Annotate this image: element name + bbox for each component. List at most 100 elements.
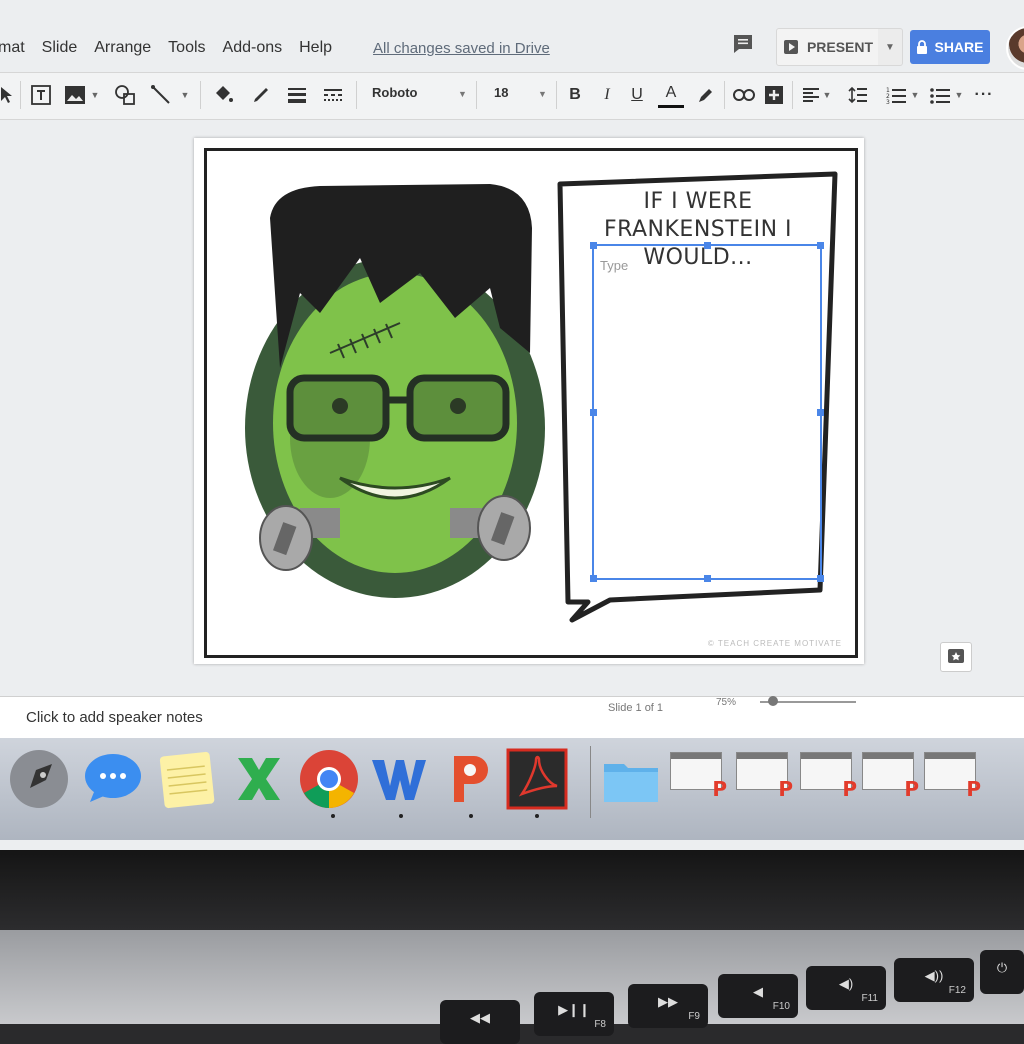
resize-handle-left[interactable] [590, 409, 597, 416]
account-avatar[interactable] [1006, 26, 1024, 70]
toolbar-divider [724, 81, 725, 109]
border-dash-icon[interactable] [320, 81, 346, 109]
acrobat-icon[interactable] [506, 748, 568, 810]
minimized-window-thumbnail[interactable]: P [736, 752, 793, 801]
underline-button[interactable]: U [626, 81, 648, 109]
add-comment-icon[interactable] [762, 81, 786, 109]
play-icon [783, 40, 798, 54]
key-f12[interactable]: ◀)) F12 [894, 958, 974, 1002]
mac-dock: P P P P P [0, 738, 1024, 840]
word-icon[interactable] [368, 748, 430, 810]
menu-addons[interactable]: Add-ons [223, 39, 283, 57]
more-options-icon[interactable]: ··· [972, 81, 996, 109]
slide-canvas[interactable]: IF I WERE FRANKENSTEIN I WOULD... Type ©… [194, 138, 864, 664]
line-dropdown-icon[interactable]: ▼ [180, 81, 190, 109]
toolbar-divider [356, 81, 357, 109]
resize-handle-bottom-right[interactable] [817, 575, 824, 582]
menu-tools[interactable]: Tools [168, 39, 205, 57]
present-button[interactable]: PRESENT [776, 28, 880, 66]
resize-handle-top[interactable] [704, 242, 711, 249]
border-color-icon[interactable] [248, 81, 274, 109]
bold-button[interactable]: B [564, 81, 586, 109]
minimized-window-thumbnail[interactable]: P [670, 752, 727, 801]
italic-button[interactable]: I [596, 81, 618, 109]
share-button[interactable]: SHARE [910, 30, 990, 64]
numbered-list-dropdown-icon[interactable]: ▼ [910, 81, 920, 109]
minimized-window-thumbnail[interactable]: P [800, 752, 857, 801]
fill-color-icon[interactable] [210, 81, 236, 109]
menu-arrange[interactable]: Arrange [94, 39, 151, 57]
key-rewind[interactable]: ◀◀ [440, 1000, 520, 1044]
menu-slide[interactable]: Slide [42, 39, 78, 57]
font-family-select[interactable]: Roboto [372, 85, 472, 100]
font-size-dropdown-icon[interactable]: ▼ [538, 89, 547, 99]
minimized-window-thumbnail[interactable]: P [862, 752, 919, 801]
numbered-list-icon[interactable]: 123 [884, 81, 908, 109]
present-label: PRESENT [806, 39, 874, 55]
powerpoint-icon[interactable] [440, 748, 502, 810]
text-color-button[interactable]: A [658, 81, 684, 108]
zoom-slider-handle[interactable] [768, 696, 778, 706]
image-dropdown-icon[interactable]: ▼ [90, 81, 100, 109]
share-label: SHARE [934, 39, 984, 55]
dock-divider [590, 746, 591, 818]
chrome-icon[interactable] [298, 748, 360, 810]
speaker-notes-area[interactable]: Click to add speaker notes [0, 696, 1024, 743]
slide-counter: Slide 1 of 1 [608, 702, 664, 714]
save-status-link[interactable]: All changes saved in Drive [373, 40, 550, 57]
speaker-notes-placeholder: Click to add speaker notes [26, 709, 203, 726]
key-f10[interactable]: ◀ F10 [718, 974, 798, 1018]
text-box-icon[interactable] [28, 81, 54, 109]
resize-handle-bottom-left[interactable] [590, 575, 597, 582]
font-size-select[interactable]: 18 [494, 85, 508, 100]
minimized-window-thumbnail[interactable]: P [924, 752, 981, 801]
folder-icon[interactable] [600, 748, 662, 810]
key-f8[interactable]: ▶❙❙ F8 [534, 992, 614, 1036]
key-f9[interactable]: ▶▶ F9 [628, 984, 708, 1028]
resize-handle-right[interactable] [817, 409, 824, 416]
comment-icon[interactable] [731, 32, 755, 56]
running-indicator [469, 814, 473, 818]
launchpad-icon[interactable] [8, 748, 70, 810]
watermark-text: © TEACH CREATE MOTIVATE [707, 639, 842, 648]
resize-handle-top-right[interactable] [817, 242, 824, 249]
running-indicator [535, 814, 539, 818]
align-dropdown-icon[interactable]: ▼ [822, 81, 832, 109]
menu-bar: mat Slide Arrange Tools Add-ons Help All… [0, 28, 740, 68]
toolbar-divider [200, 81, 201, 109]
highlight-icon[interactable] [694, 81, 718, 109]
messages-icon[interactable] [82, 748, 144, 810]
running-indicator [331, 814, 335, 818]
bulleted-list-dropdown-icon[interactable]: ▼ [954, 81, 964, 109]
line-icon[interactable] [148, 81, 174, 109]
image-icon[interactable] [62, 81, 88, 109]
key-f11[interactable]: ◀) F11 [806, 966, 886, 1010]
select-cursor-icon[interactable] [0, 81, 18, 109]
toolbar-divider [792, 81, 793, 109]
line-spacing-icon[interactable] [846, 81, 870, 109]
align-icon[interactable] [800, 81, 822, 109]
bulleted-list-icon[interactable] [928, 81, 952, 109]
lock-icon [917, 40, 928, 54]
excel-icon[interactable] [228, 748, 290, 810]
resize-handle-bottom[interactable] [704, 575, 711, 582]
shape-icon[interactable] [112, 81, 138, 109]
resize-handle-top-left[interactable] [590, 242, 597, 249]
link-icon[interactable] [732, 81, 756, 109]
font-dropdown-icon[interactable]: ▼ [458, 89, 467, 99]
frankenstein-face-image[interactable] [240, 178, 550, 608]
answer-text-box[interactable]: Type [590, 242, 824, 582]
explore-button[interactable] [940, 642, 972, 672]
key-power[interactable]: ⏻ [980, 950, 1024, 994]
svg-text:3: 3 [886, 99, 890, 104]
toolbar: ▼ ▼ Roboto ▼ 18 ▼ B I U A ▼ 1 2 3 ▼ ▼ ··… [0, 72, 1024, 120]
menu-format[interactable]: mat [0, 39, 25, 57]
keyboard-deck: ◀◀ ▶❙❙ F8 ▶▶ F9 ◀ F10 ◀) F11 ◀)) F12 ⏻ [0, 930, 1024, 1044]
border-weight-icon[interactable] [284, 81, 310, 109]
text-box-placeholder: Type [600, 258, 629, 273]
menu-help[interactable]: Help [299, 39, 332, 57]
screen: mat Slide Arrange Tools Add-ons Help All… [0, 0, 1024, 850]
present-dropdown-button[interactable]: ▼ [878, 28, 903, 66]
notes-icon[interactable] [156, 748, 218, 810]
toolbar-divider [20, 81, 21, 109]
